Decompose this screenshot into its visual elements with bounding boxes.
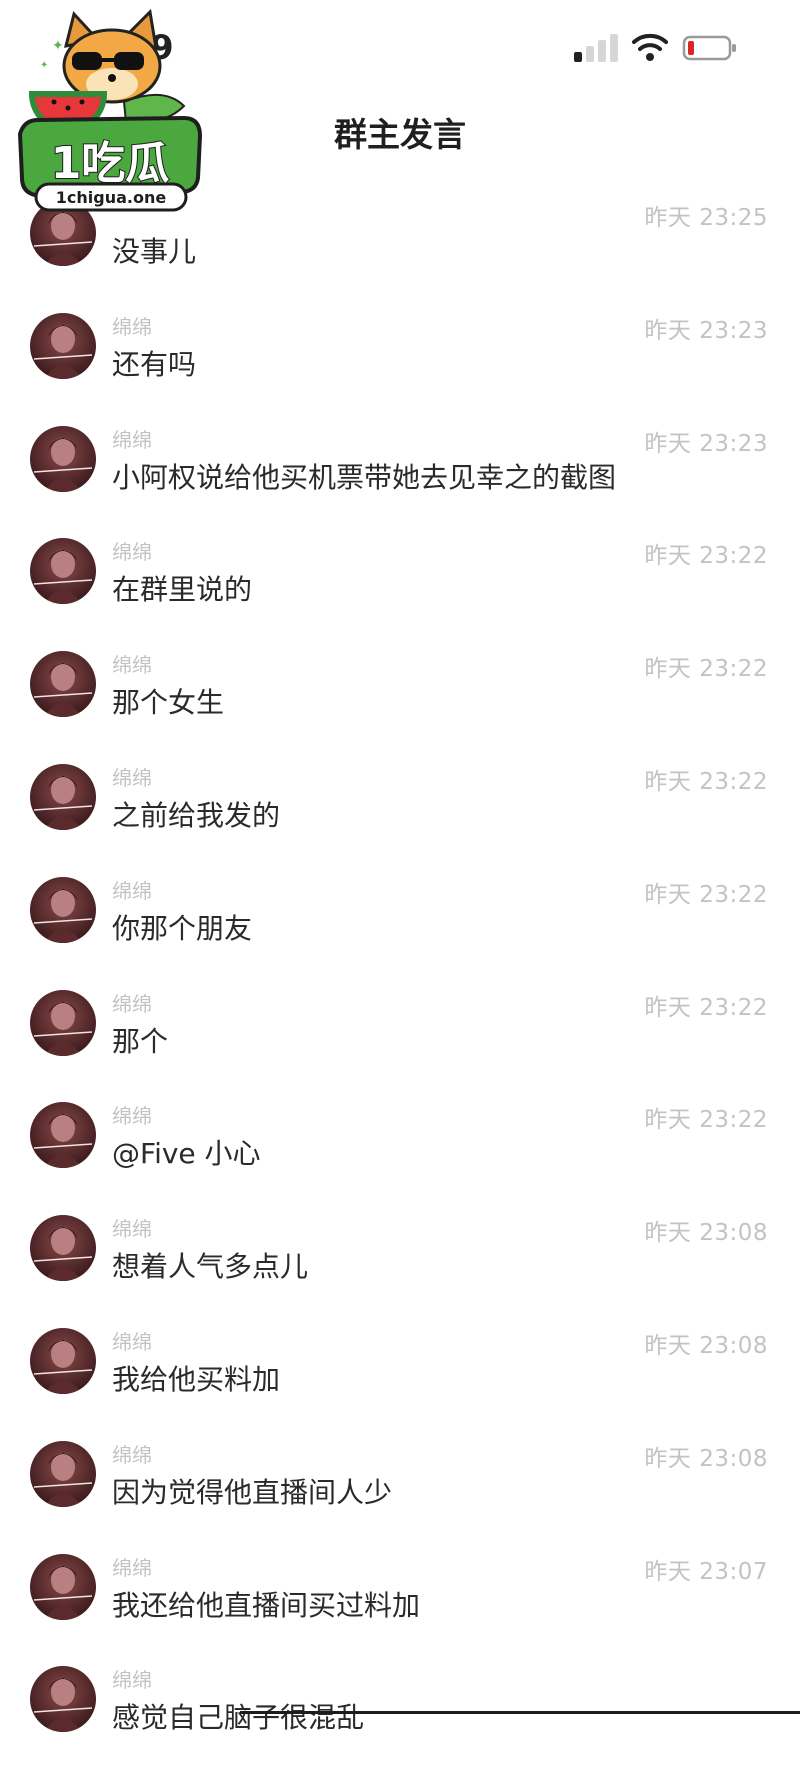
message-timestamp: 昨天 23:22 (644, 543, 768, 570)
message-text[interactable]: @Five 小心 (112, 1132, 261, 1172)
avatar[interactable] (30, 1102, 96, 1169)
message-text[interactable]: 之前给我发的 (112, 794, 280, 834)
sender-name: 绵绵 (112, 314, 152, 339)
sender-name: 绵绵 (112, 878, 152, 903)
message-timestamp: 昨天 23:23 (644, 430, 768, 457)
message-text[interactable]: 在群里说的 (112, 568, 252, 608)
watermark-logo-text: 1吃瓜 (51, 138, 170, 189)
svg-text:✦: ✦ (40, 60, 48, 71)
avatar[interactable] (30, 651, 96, 718)
sender-name: 绵绵 (112, 1330, 152, 1354)
message-row[interactable]: 绵绵 昨天 23:22 之前给我发的 (0, 754, 800, 866)
message-text[interactable]: 还有吗 (112, 343, 196, 383)
avatar[interactable] (30, 312, 96, 379)
message-text[interactable]: 小阿权说给他买机票带她去见幸之的截图 (112, 456, 616, 496)
avatar[interactable] (30, 989, 96, 1056)
avatar[interactable] (30, 538, 96, 605)
sender-name: 绵绵 (112, 1104, 152, 1129)
sender-name: 绵绵 (112, 991, 152, 1016)
message-timestamp: 昨天 23:07 (644, 1558, 768, 1585)
message-text[interactable]: 那个 (112, 1020, 168, 1060)
message-row[interactable]: 绵绵 昨天 23:08 因为觉得他直播间人少 (0, 1431, 800, 1543)
message-row[interactable]: 绵绵 昨天 23:08 我给他买料加 (0, 1318, 800, 1430)
message-timestamp: 昨天 23:25 (644, 205, 768, 231)
message-timestamp: 昨天 23:22 (644, 1107, 768, 1134)
message-text[interactable]: 感觉自己脑子很混乱 (112, 1696, 364, 1736)
message-text[interactable]: 我还给他直播间买过料加 (112, 1584, 420, 1624)
message-list[interactable]: 昨天 23:25 没事儿 绵绵 昨天 23:23 还有吗 绵绵 昨天 23:23 小阿权说给他… (0, 0, 800, 1734)
message-row[interactable]: 绵绵 昨天 23:08 想着人气多点儿 (0, 1205, 800, 1317)
message-timestamp: 昨天 23:22 (644, 881, 768, 908)
message-text[interactable]: 没事儿 (112, 230, 196, 270)
message-text[interactable]: 因为觉得他直播间人少 (112, 1471, 392, 1511)
message-timestamp: 昨天 23:22 (644, 994, 768, 1021)
avatar[interactable] (30, 1553, 96, 1620)
message-row[interactable]: 绵绵 昨天 23:22 在群里说的 (0, 528, 800, 640)
message-row[interactable]: 绵绵 昨天 23:07 我还给他直播间买过料加 (0, 1544, 800, 1656)
message-row[interactable]: 绵绵 昨天 23:22 那个女生 (0, 641, 800, 753)
message-timestamp: 昨天 23:08 (644, 1333, 768, 1359)
message-timestamp: 昨天 23:08 (644, 1445, 768, 1472)
sender-name: 绵绵 (112, 427, 152, 452)
sender-name: 绵绵 (112, 653, 152, 678)
avatar[interactable] (30, 1215, 96, 1282)
message-timestamp: 昨天 23:22 (644, 769, 768, 795)
message-text[interactable]: 想着人气多点儿 (112, 1245, 308, 1285)
watermark-url: 1chigua.one (56, 188, 167, 207)
sender-name: 绵绵 (112, 766, 152, 790)
sender-name: 绵绵 (112, 1442, 152, 1467)
sender-name: 绵绵 (112, 1668, 152, 1693)
avatar[interactable] (30, 1328, 96, 1394)
avatar[interactable] (30, 764, 96, 830)
avatar[interactable] (30, 1666, 96, 1733)
message-row[interactable]: 绵绵 昨天 23:22 @Five 小心 (0, 1092, 800, 1204)
sender-name: 绵绵 (112, 1217, 152, 1242)
sender-name: 绵绵 (112, 1555, 152, 1580)
avatar[interactable] (30, 425, 96, 492)
message-timestamp: 昨天 23:08 (644, 1220, 768, 1247)
message-text[interactable]: 我给他买料加 (112, 1358, 280, 1398)
svg-text:✦: ✦ (52, 38, 64, 54)
watermark-logo: ✦ ✦ 1吃瓜 1chigua.one (17, 8, 203, 212)
avatar[interactable] (30, 876, 96, 943)
sender-name: 绵绵 (112, 540, 152, 565)
message-timestamp: 昨天 23:23 (644, 317, 768, 344)
message-timestamp: 昨天 23:22 (644, 656, 768, 683)
message-text[interactable]: 那个女生 (112, 681, 224, 721)
message-text[interactable]: 你那个朋友 (112, 907, 252, 947)
message-row[interactable]: 绵绵 昨天 23:22 那个 (0, 980, 800, 1092)
message-row[interactable]: 绵绵 昨天 23:23 小阿权说给他买机票带她去见幸之的截图 (0, 416, 800, 528)
scroll-indicator (240, 1711, 800, 1714)
avatar[interactable] (30, 1440, 96, 1507)
message-row[interactable]: 绵绵 昨天 23:23 还有吗 (0, 303, 800, 415)
message-row[interactable]: 绵绵 昨天 23:22 你那个朋友 (0, 867, 800, 979)
